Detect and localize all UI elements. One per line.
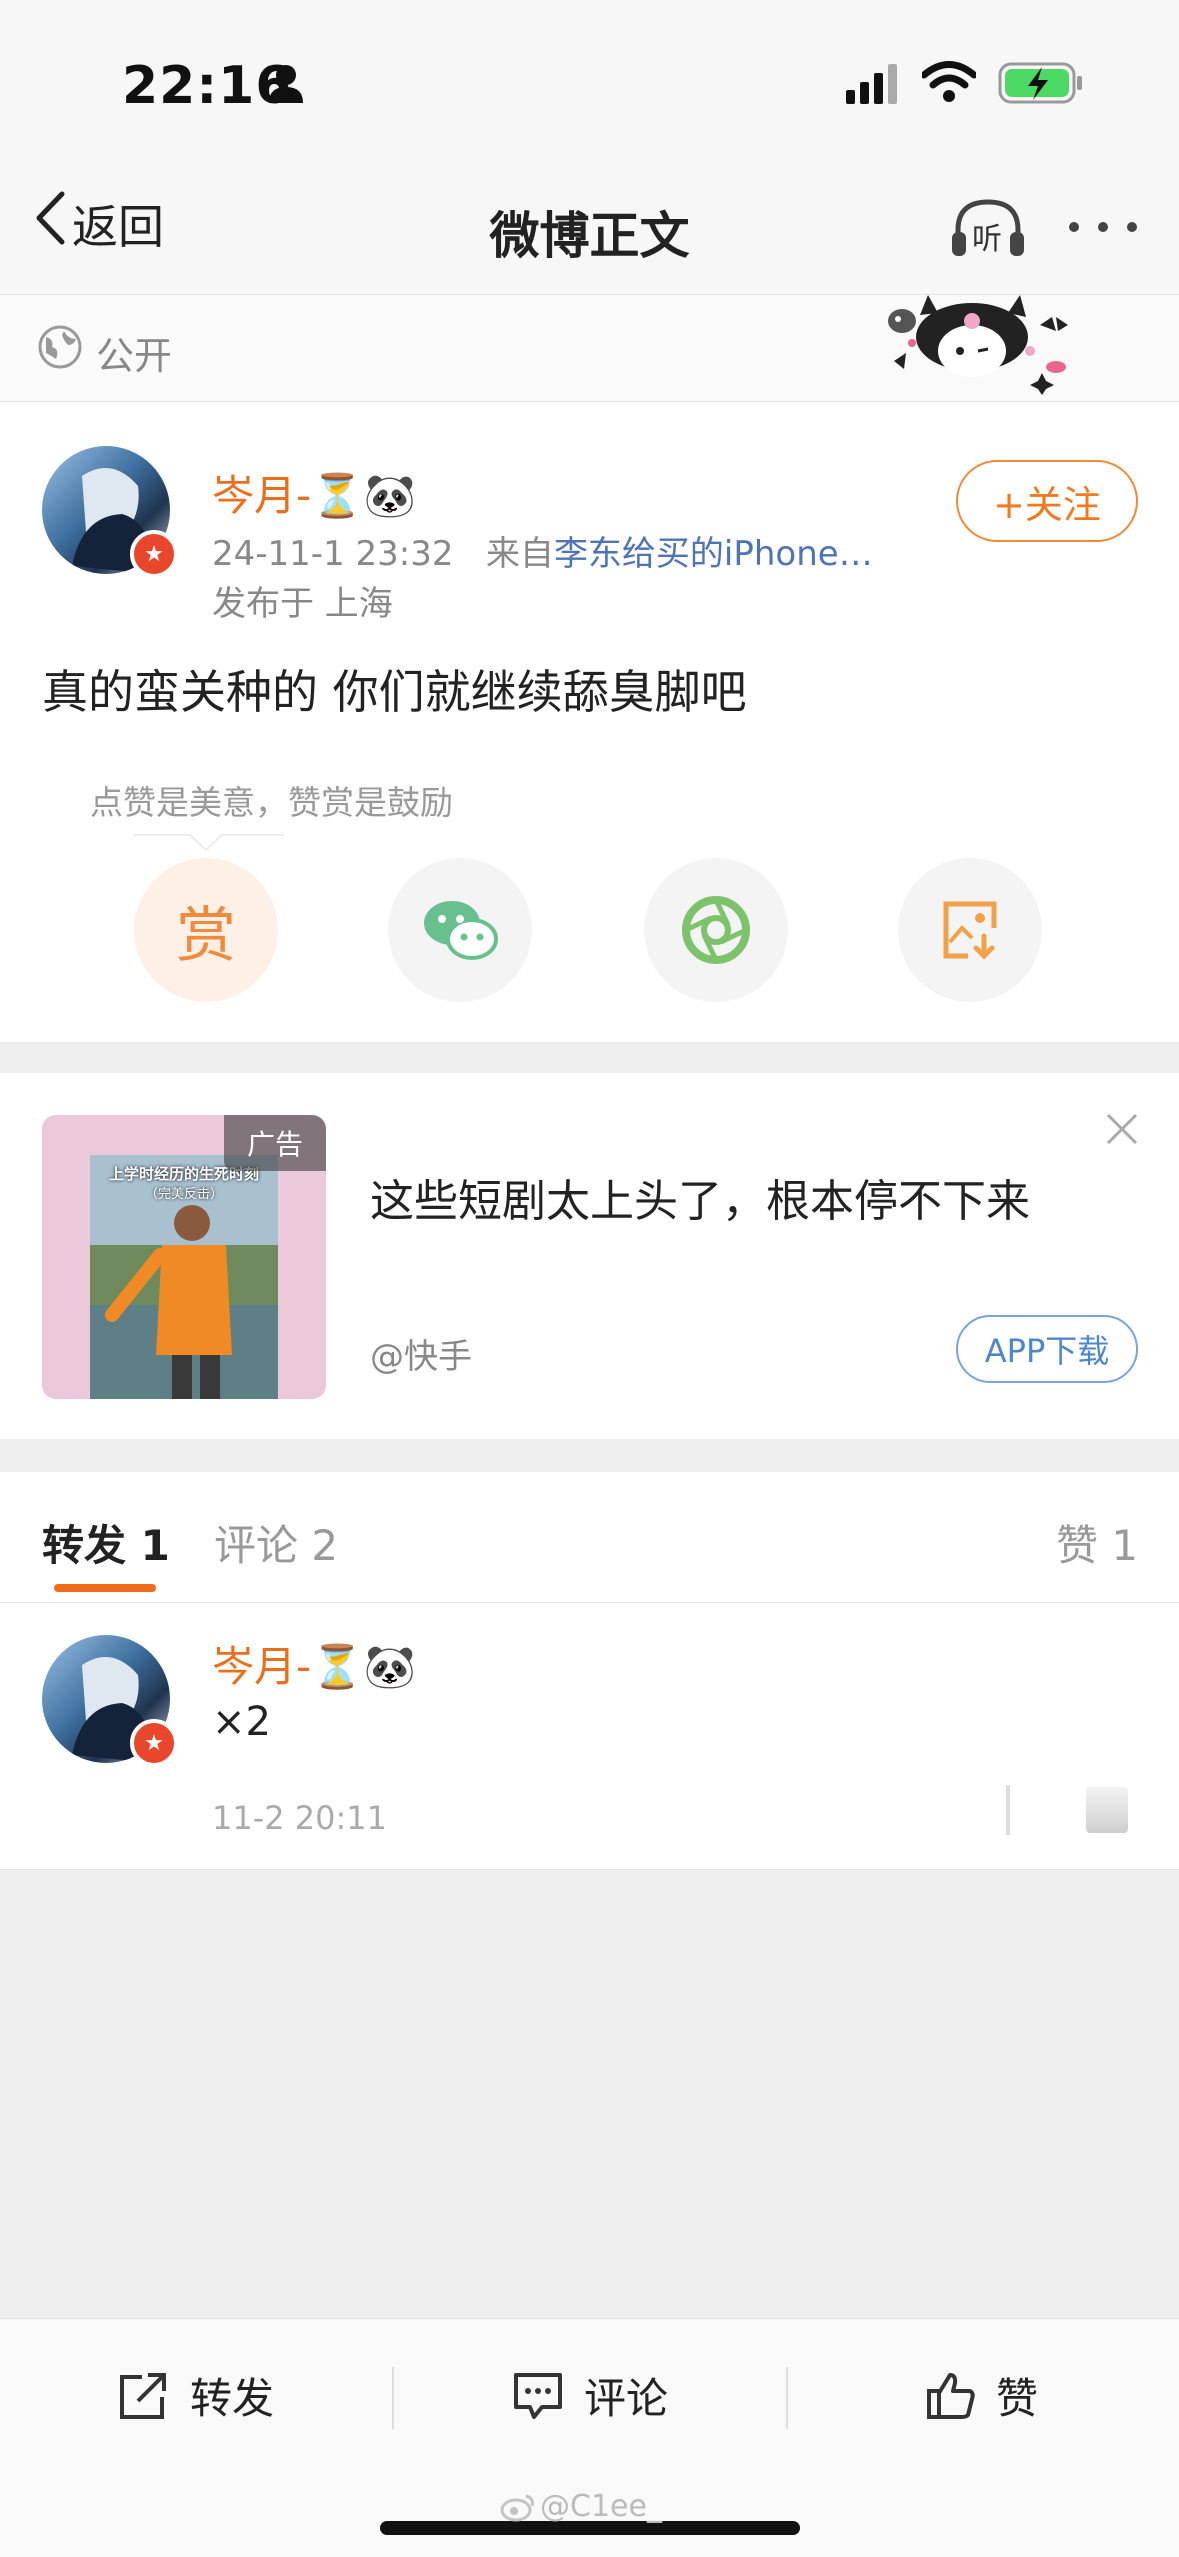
repost-action-icon[interactable] <box>1086 1787 1128 1833</box>
listen-button[interactable]: 听 <box>950 196 1026 260</box>
close-icon <box>1106 1113 1138 1145</box>
ad-close-button[interactable] <box>1104 1111 1140 1147</box>
wifi-icon <box>920 60 978 108</box>
post-author-name: 岑月- <box>212 471 312 520</box>
tab-comments[interactable]: 评论 2 <box>214 1512 338 1573</box>
like-button[interactable]: 赞 <box>926 2365 1038 2426</box>
list-item[interactable]: ★ 岑月-⏳🐼 ×2 11-2 20:11 <box>0 1603 1179 1870</box>
repost-author-name: 岑月- <box>212 1642 312 1691</box>
sticker-decoration <box>880 295 1080 395</box>
status-time: 22:16 <box>122 56 293 116</box>
tab-likes[interactable]: 赞 1 <box>1056 1512 1138 1573</box>
repost-text: ×2 <box>212 1699 271 1745</box>
repost-button-label: 转发 <box>190 2374 275 2423</box>
post-card: ★ 岑月-⏳🐼 24-11-1 23:32 来自李东给买的iPhone… 发布于… <box>0 402 1179 1042</box>
tab-likes-count: 1 <box>1111 1521 1139 1570</box>
interaction-tabs: 转发 1 评论 2 赞 1 <box>0 1472 1179 1603</box>
post-source[interactable]: 李东给买的iPhone… <box>554 534 873 574</box>
share-moments-button[interactable] <box>644 858 788 1002</box>
bottom-divider <box>392 2367 394 2429</box>
tab-reposts[interactable]: 转发 1 <box>42 1512 170 1573</box>
tab-active-indicator <box>54 1584 156 1592</box>
post-author-emoji: ⏳🐼 <box>311 471 416 520</box>
like-button-label: 赞 <box>996 2374 1039 2423</box>
verified-badge-icon: ★ <box>130 530 178 578</box>
listen-label: 听 <box>972 222 1002 257</box>
visibility-row: 公开 <box>0 294 1179 402</box>
post-time: 24-11-1 23:32 <box>212 534 454 574</box>
repost-time: 11-2 20:11 <box>212 1799 388 1837</box>
globe-icon <box>38 325 82 373</box>
comment-button[interactable]: 评论 <box>512 2365 668 2426</box>
bottom-action-bar: 转发 评论 赞 @C1ee_ <box>0 2318 1179 2557</box>
tab-comments-label: 评论 <box>214 1521 299 1570</box>
ad-title[interactable]: 这些短剧太上头了，根本停不下来 <box>370 1165 1030 1229</box>
comment-button-label: 评论 <box>584 2374 669 2423</box>
post-author[interactable]: 岑月-⏳🐼 <box>212 462 416 523</box>
more-button[interactable] <box>1066 212 1140 242</box>
post-location: 发布于 上海 <box>212 584 393 624</box>
tab-reposts-label: 转发 <box>42 1521 127 1570</box>
tab-comments-count: 2 <box>311 1521 339 1570</box>
ad-image[interactable]: 上学时经历的生死时刻 （完美反击） 广告 <box>42 1115 326 1399</box>
top-bar: 22:16 返回 微博正文 听 <box>0 0 1179 294</box>
follow-button[interactable]: +关注 <box>956 460 1138 542</box>
post-meta: 24-11-1 23:32 来自李东给买的iPhone… <box>212 526 873 575</box>
repost-author-emoji: ⏳🐼 <box>311 1642 416 1691</box>
repost-action-divider <box>1006 1785 1010 1835</box>
verified-badge-icon: ★ <box>130 1719 178 1767</box>
tab-likes-label: 赞 <box>1056 1521 1099 1570</box>
app-download-button[interactable]: APP下载 <box>956 1315 1138 1383</box>
reward-button[interactable]: 赏 <box>134 858 278 1002</box>
image-download-icon <box>943 901 997 960</box>
more-dots-icon <box>1069 222 1137 232</box>
repost-button[interactable]: 转发 <box>118 2365 274 2426</box>
share-wechat-button[interactable] <box>388 858 532 1002</box>
post-source-prefix: 来自 <box>485 534 554 574</box>
tab-reposts-count: 1 <box>140 1521 170 1570</box>
reward-hint: 点赞是美意，赞赏是鼓励 <box>90 783 453 822</box>
bottom-divider <box>786 2367 788 2429</box>
ad-source: @快手 <box>370 1337 472 1377</box>
reward-hint-pointer <box>134 834 284 852</box>
moments-aperture-icon <box>682 896 750 964</box>
reward-label: 赏 <box>176 900 236 971</box>
repost-icon <box>120 2372 166 2419</box>
visibility-label: 公开 <box>96 334 173 378</box>
ad-badge: 广告 <box>224 1115 326 1171</box>
save-image-button[interactable] <box>898 858 1042 1002</box>
wechat-icon <box>424 901 498 960</box>
thumbs-up-icon <box>927 2372 975 2419</box>
post-text: 真的蛮关种的 你们就继续舔臭脚吧 <box>42 665 747 719</box>
signal-icon <box>846 64 902 108</box>
repost-author[interactable]: 岑月-⏳🐼 <box>212 1633 416 1694</box>
watermark: @C1ee_ <box>500 2489 662 2524</box>
weibo-logo-icon <box>500 2494 534 2521</box>
ad-card[interactable]: 上学时经历的生死时刻 （完美反击） 广告 这些短剧太上头了，根本停不下来 @快手… <box>0 1073 1179 1439</box>
battery-charging-icon <box>998 62 1084 108</box>
ad-image-caption-sub: （完美反击） <box>144 1187 223 1202</box>
watermark-text: @C1ee_ <box>540 2489 662 2524</box>
comment-icon <box>514 2372 562 2419</box>
person-icon <box>268 64 304 108</box>
